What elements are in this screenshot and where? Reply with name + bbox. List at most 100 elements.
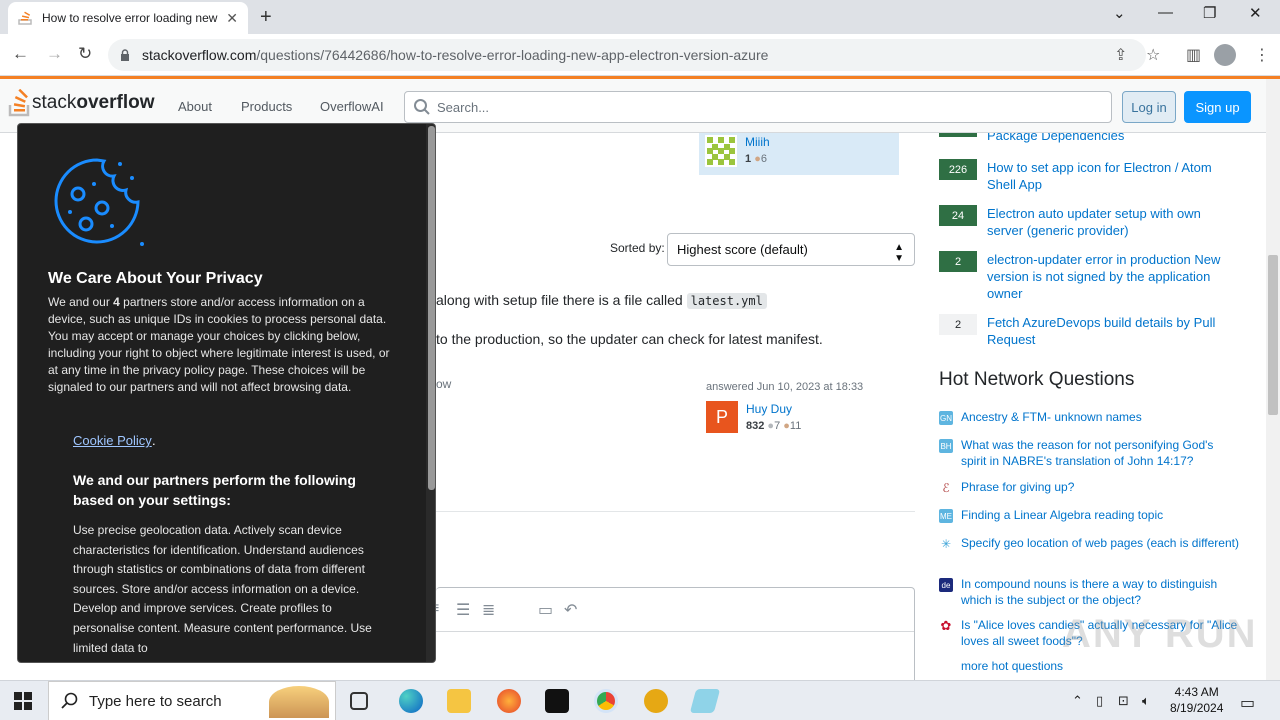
clock-time: 4:43 AM bbox=[1174, 685, 1219, 699]
select-arrows-icon: ▲ ▼ bbox=[894, 242, 904, 264]
hot-link[interactable]: What was the reason for not personifying… bbox=[961, 437, 1239, 469]
related-question[interactable]: 2 Fetch AzureDevops build details by Pul… bbox=[939, 314, 1239, 348]
cookie-policy-link[interactable]: Cookie Policy bbox=[73, 433, 152, 448]
menu-kebab-icon[interactable]: ⋮ bbox=[1254, 45, 1270, 65]
taskbar-search-icon bbox=[61, 692, 78, 709]
reload-icon[interactable]: ↻ bbox=[78, 44, 92, 64]
follow-link-partial[interactable]: ow bbox=[436, 377, 451, 391]
scrollbar-thumb[interactable] bbox=[1268, 255, 1278, 415]
terminal-icon[interactable] bbox=[545, 689, 569, 713]
hot-link[interactable]: Specify geo location of web pages (each … bbox=[961, 535, 1239, 551]
logo-stack-text: stack bbox=[32, 92, 77, 113]
side-panel-icon[interactable]: ▥ bbox=[1186, 45, 1201, 65]
coin-app-icon[interactable] bbox=[644, 689, 668, 713]
taskbar-search[interactable]: Type here to search bbox=[48, 681, 336, 720]
network-icon[interactable]: ⊡ bbox=[1118, 693, 1129, 709]
sort-select[interactable]: Highest score (default) ▲ ▼ bbox=[667, 233, 915, 266]
answer-user-rep: 832 ●7 ●11 bbox=[746, 420, 801, 432]
page-scrollbar[interactable] bbox=[1266, 79, 1280, 681]
windows-start-icon[interactable] bbox=[14, 692, 32, 710]
profile-avatar-icon[interactable] bbox=[1214, 44, 1236, 66]
related-question[interactable]: 226 How to set app icon for Electron / A… bbox=[939, 159, 1239, 193]
cookie-subtitle: We and our partners perform the followin… bbox=[73, 472, 356, 508]
url-path: /questions/76442686/how-to-resolve-error… bbox=[256, 47, 769, 63]
question-user-rep: 1 ●6 bbox=[745, 153, 767, 165]
notepad-icon[interactable] bbox=[689, 689, 721, 713]
task-view-icon[interactable] bbox=[350, 692, 368, 710]
bronze-count: 11 bbox=[789, 420, 802, 432]
battery-icon[interactable]: ▯ bbox=[1096, 693, 1103, 709]
related-link[interactable]: Fetch AzureDevops build details by Pull … bbox=[987, 314, 1239, 348]
related-link[interactable]: Electron auto updater setup with own ser… bbox=[987, 205, 1239, 239]
forward-icon[interactable]: → bbox=[46, 44, 63, 64]
english-site-icon: ℰ bbox=[939, 481, 953, 495]
undo-icon[interactable]: ↶ bbox=[564, 600, 577, 620]
more-hot-questions-link[interactable]: more hot questions bbox=[961, 659, 1063, 673]
hot-link[interactable]: In compound nouns is there a way to dist… bbox=[961, 576, 1239, 608]
hot-question[interactable]: ME Finding a Linear Algebra reading topi… bbox=[939, 507, 1239, 523]
share-icon[interactable]: ⇪ bbox=[1114, 45, 1127, 65]
answer-user-name[interactable]: Huy Duy bbox=[746, 402, 792, 416]
question-user-card: Miiih 1 ●6 bbox=[699, 133, 899, 175]
related-link[interactable]: electron-updater error in production New… bbox=[987, 251, 1239, 302]
so-search-input[interactable]: Search... bbox=[404, 91, 1112, 123]
tray-chevron-icon[interactable]: ⌃ bbox=[1072, 693, 1083, 709]
address-bar[interactable]: stackoverflow.com/questions/76442686/how… bbox=[108, 39, 1146, 71]
related-link[interactable]: Package Dependencies bbox=[987, 133, 1124, 144]
partner-count[interactable]: 4 bbox=[113, 295, 120, 309]
cookie-scrollbar[interactable] bbox=[426, 124, 435, 662]
nav-about[interactable]: About bbox=[178, 99, 212, 114]
related-question[interactable]: 2 electron-updater error in production N… bbox=[939, 251, 1239, 302]
maximize-icon[interactable]: ❐ bbox=[1203, 4, 1216, 22]
bookmark-star-icon[interactable]: ☆ bbox=[1146, 45, 1160, 65]
answer-text-1: along with setup file there is a file ca… bbox=[436, 292, 683, 308]
edge-icon[interactable] bbox=[399, 689, 423, 713]
bronze-badge-icon: ● bbox=[783, 420, 790, 432]
hot-question[interactable]: GN Ancestry & FTM- unknown names bbox=[939, 409, 1239, 425]
clock-date: 8/19/2024 bbox=[1170, 701, 1224, 715]
answer-editor[interactable]: ≡ ☰ ≣ ▭ ↶ bbox=[430, 587, 915, 681]
signup-button[interactable]: Sign up bbox=[1184, 91, 1251, 123]
hot-question[interactable]: BH What was the reason for not personify… bbox=[939, 437, 1239, 469]
related-link[interactable]: How to set app icon for Electron / Atom … bbox=[987, 159, 1239, 193]
new-tab-icon[interactable]: + bbox=[260, 6, 272, 29]
system-clock[interactable]: 4:43 AM 8/19/2024 bbox=[1170, 684, 1223, 716]
question-user-name[interactable]: Miiih bbox=[745, 135, 770, 149]
firefox-icon[interactable] bbox=[497, 689, 521, 713]
search-icon bbox=[414, 99, 430, 115]
vote-count: 24 bbox=[939, 205, 977, 226]
related-question[interactable]: Package Dependencies bbox=[939, 133, 1239, 144]
cookie-icon bbox=[54, 158, 144, 246]
back-icon[interactable]: ← bbox=[12, 44, 29, 64]
hot-question[interactable]: ✳ Specify geo location of web pages (eac… bbox=[939, 535, 1239, 551]
period: . bbox=[152, 433, 156, 448]
cookie-consent-modal: We Care About Your Privacy We and our 4 … bbox=[17, 123, 436, 663]
tab-search-chevron-icon[interactable]: ⌄ bbox=[1113, 4, 1126, 22]
horizontal-rule-icon[interactable]: ▭ bbox=[538, 600, 553, 620]
answered-date: answered Jun 10, 2023 at 18:33 bbox=[706, 381, 864, 393]
close-window-icon[interactable]: ✕ bbox=[1249, 4, 1262, 22]
hot-question[interactable]: de In compound nouns is there a way to d… bbox=[939, 576, 1239, 608]
heading-icon[interactable]: ≣ bbox=[482, 600, 495, 620]
answer-line-2: to the production, so the updater can ch… bbox=[436, 331, 823, 347]
bullet-list-icon[interactable]: ☰ bbox=[456, 600, 470, 620]
minimize-icon[interactable]: — bbox=[1158, 4, 1173, 21]
tab-close-icon[interactable]: ✕ bbox=[226, 10, 238, 27]
hot-question[interactable]: ℰ Phrase for giving up? bbox=[939, 479, 1239, 495]
related-question[interactable]: 24 Electron auto updater setup with own … bbox=[939, 205, 1239, 239]
nav-overflowai[interactable]: OverflowAI bbox=[320, 99, 384, 114]
user-identicon[interactable] bbox=[705, 135, 737, 167]
volume-icon[interactable]: 🔈︎ bbox=[1142, 693, 1150, 709]
browser-tab[interactable]: How to resolve error loading new ✕ bbox=[8, 2, 248, 34]
nav-products[interactable]: Products bbox=[241, 99, 292, 114]
so-logo[interactable]: stack overflow bbox=[8, 89, 154, 117]
hot-link[interactable]: Finding a Linear Algebra reading topic bbox=[961, 507, 1163, 523]
hot-link[interactable]: Ancestry & FTM- unknown names bbox=[961, 409, 1142, 425]
cookie-scrollbar-thumb[interactable] bbox=[428, 126, 435, 490]
file-explorer-icon[interactable] bbox=[447, 689, 471, 713]
answer-user-avatar[interactable]: P bbox=[706, 401, 738, 433]
hot-link[interactable]: Phrase for giving up? bbox=[961, 479, 1074, 495]
chrome-icon[interactable] bbox=[594, 689, 618, 713]
login-button[interactable]: Log in bbox=[1122, 91, 1176, 123]
notifications-icon[interactable]: ▭ bbox=[1240, 693, 1255, 713]
